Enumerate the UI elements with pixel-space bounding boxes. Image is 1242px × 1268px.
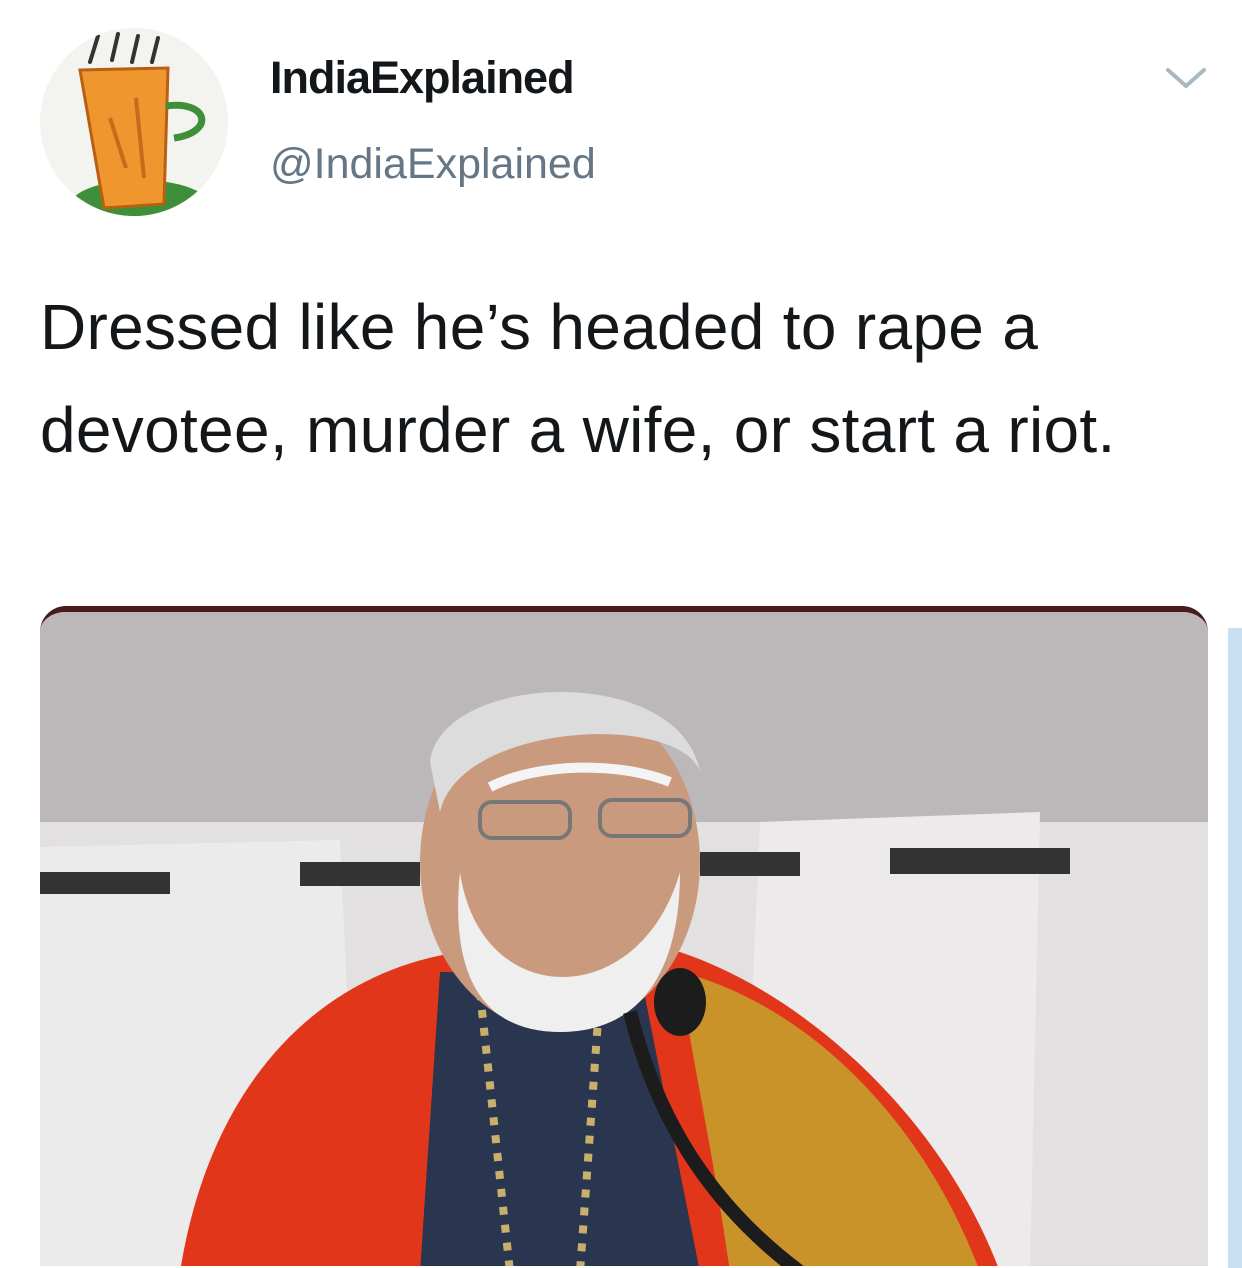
chevron-down-icon — [1166, 68, 1206, 88]
tweet-media-image[interactable] — [40, 606, 1208, 1266]
user-handle[interactable]: @IndiaExplained — [270, 140, 596, 189]
photo-speaker-at-podium — [40, 612, 1208, 1266]
tweet-text: Dressed like he’s headed to rape a devot… — [40, 291, 1116, 466]
avatar[interactable] — [40, 28, 228, 216]
scroll-indicator — [1228, 628, 1242, 1268]
tweet-menu-button[interactable] — [1160, 58, 1212, 98]
tea-cup-drawing-icon — [70, 32, 210, 216]
display-name[interactable]: IndiaExplained — [270, 52, 575, 104]
